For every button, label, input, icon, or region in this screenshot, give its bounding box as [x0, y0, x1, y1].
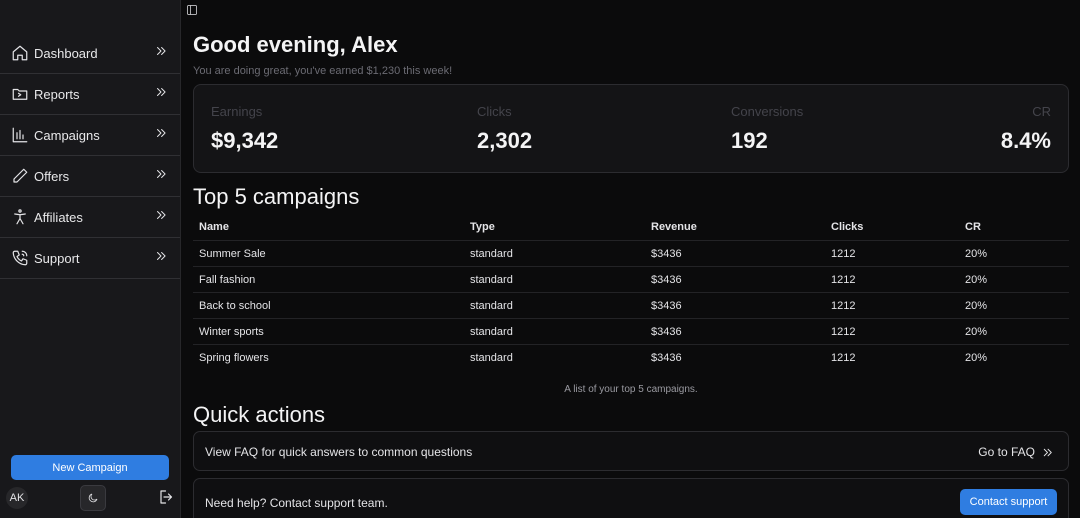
cell-type: standard [470, 273, 513, 286]
table-header-row: Name Type Revenue Clicks CR [193, 214, 1069, 241]
cell-name: Back to school [199, 299, 271, 312]
column-header-cr: CR [965, 221, 981, 233]
stat-cr: CR 8.4% [1001, 104, 1051, 154]
campaigns-title: Top 5 campaigns [193, 184, 360, 209]
cell-type: standard [470, 325, 513, 338]
sidebar-item-campaigns[interactable]: Campaigns [0, 115, 180, 156]
chevrons-right-icon [154, 249, 168, 268]
sidebar-item-label: Offers [34, 168, 70, 184]
sidebar-item-offers[interactable]: Offers [0, 156, 180, 197]
cell-clicks: 1212 [831, 247, 856, 260]
panel-left-icon [187, 5, 197, 15]
stat-label: Clicks [477, 104, 512, 119]
stat-clicks: Clicks 2,302 [477, 104, 532, 154]
column-header-revenue: Revenue [651, 221, 697, 233]
faq-link-label: Go to FAQ [978, 445, 1035, 459]
sidebar-item-label: Dashboard [34, 45, 98, 61]
stat-label: CR [1032, 104, 1051, 119]
sidebar-item-dashboard[interactable]: Dashboard [0, 33, 180, 74]
chevrons-right-icon [154, 208, 168, 227]
cell-cr: 20% [965, 352, 988, 364]
chevrons-right-icon [154, 85, 168, 104]
stat-label: Earnings [211, 104, 263, 119]
folder-icon [11, 85, 29, 103]
table-row[interactable]: Spring flowers standard $3436 1212 20% [193, 345, 1069, 371]
stat-value: 192 [731, 128, 768, 153]
chevrons-right-icon [154, 167, 168, 186]
table-caption: A list of your top 5 campaigns. [564, 384, 698, 395]
pencil-icon [11, 167, 29, 185]
main-content: Good evening, Alex You are doing great, … [181, 0, 1080, 518]
table-row[interactable]: Summer Sale standard $3436 1212 20% [193, 241, 1069, 267]
stat-value: 2,302 [477, 128, 533, 153]
stat-conversions: Conversions 192 [731, 104, 803, 154]
chevrons-right-icon [154, 44, 168, 63]
table-row[interactable]: Fall fashion standard $3436 1212 20% [193, 267, 1069, 293]
cell-revenue: $3436 [651, 352, 682, 364]
cell-type: standard [470, 352, 513, 364]
cell-name: Fall fashion [199, 273, 256, 286]
cell-clicks: 1212 [831, 352, 856, 364]
sidebar: Dashboard Reports Campaigns Offers Affil… [0, 0, 181, 518]
cell-name: Spring flowers [199, 352, 269, 364]
table-row[interactable]: Winter sports standard $3436 1212 20% [193, 319, 1069, 345]
support-text: Need help? Contact support team. [205, 496, 388, 510]
logout-button[interactable] [158, 488, 176, 506]
cell-clicks: 1212 [831, 299, 856, 312]
stat-value: 8.4% [1000, 128, 1051, 153]
sidebar-item-support[interactable]: Support [0, 238, 180, 279]
cell-cr: 20% [965, 299, 988, 312]
cell-type: standard [470, 247, 513, 260]
sidebar-item-reports[interactable]: Reports [0, 74, 180, 115]
cell-cr: 20% [965, 247, 988, 260]
page-subtitle: You are doing great, you've earned $1,23… [193, 65, 453, 77]
moon-icon [88, 493, 98, 503]
column-header-clicks: Clicks [831, 221, 864, 233]
page-title: Good evening, Alex [193, 32, 398, 57]
sidebar-item-label: Campaigns [34, 127, 100, 143]
sidebar-item-label: Reports [34, 86, 80, 102]
cell-revenue: $3436 [651, 247, 682, 260]
logout-icon [160, 490, 173, 504]
column-header-type: Type [470, 221, 495, 233]
theme-toggle-button[interactable] [80, 485, 106, 511]
sidebar-footer: AK [0, 485, 180, 513]
cell-revenue: $3436 [651, 299, 682, 312]
quick-actions-title: Quick actions [193, 402, 326, 427]
go-to-faq-link[interactable]: Go to FAQ [978, 445, 1054, 459]
cell-type: standard [470, 299, 513, 312]
cell-name: Winter sports [199, 325, 264, 338]
support-action-card: Need help? Contact support team. Contact… [193, 478, 1069, 518]
stat-label: Conversions [731, 104, 804, 119]
bar-chart-icon [11, 126, 29, 144]
chevrons-right-icon [154, 126, 168, 145]
stat-value: $9,342 [211, 128, 279, 153]
campaigns-table: Name Type Revenue Clicks CR Summer Sale … [193, 214, 1069, 371]
cell-cr: 20% [965, 273, 988, 286]
sidebar-nav: Dashboard Reports Campaigns Offers Affil… [0, 33, 180, 279]
phone-icon [11, 249, 29, 267]
cell-clicks: 1212 [831, 325, 856, 338]
chevrons-right-icon [1043, 448, 1052, 456]
new-campaign-button[interactable]: New Campaign [11, 455, 169, 480]
person-icon [11, 208, 29, 226]
cell-cr: 20% [965, 325, 988, 338]
cell-name: Summer Sale [199, 247, 266, 260]
table-row[interactable]: Back to school standard $3436 1212 20% [193, 293, 1069, 319]
sidebar-item-label: Support [34, 250, 80, 266]
sidebar-item-label: Affiliates [34, 209, 83, 225]
avatar[interactable]: AK [6, 487, 28, 509]
stat-earnings: Earnings $9,342 [211, 104, 278, 154]
sidebar-toggle-button[interactable] [186, 3, 200, 17]
cell-clicks: 1212 [831, 273, 856, 286]
sidebar-item-affiliates[interactable]: Affiliates [0, 197, 180, 238]
faq-text: View FAQ for quick answers to common que… [205, 445, 473, 459]
stats-card: Earnings $9,342 Clicks 2,302 Conversions… [193, 84, 1069, 173]
home-icon [11, 44, 29, 62]
faq-action-card: View FAQ for quick answers to common que… [193, 431, 1069, 471]
cell-revenue: $3436 [651, 273, 682, 286]
column-header-name: Name [199, 221, 229, 233]
cell-revenue: $3436 [651, 325, 682, 338]
contact-support-button[interactable]: Contact support [960, 489, 1057, 515]
